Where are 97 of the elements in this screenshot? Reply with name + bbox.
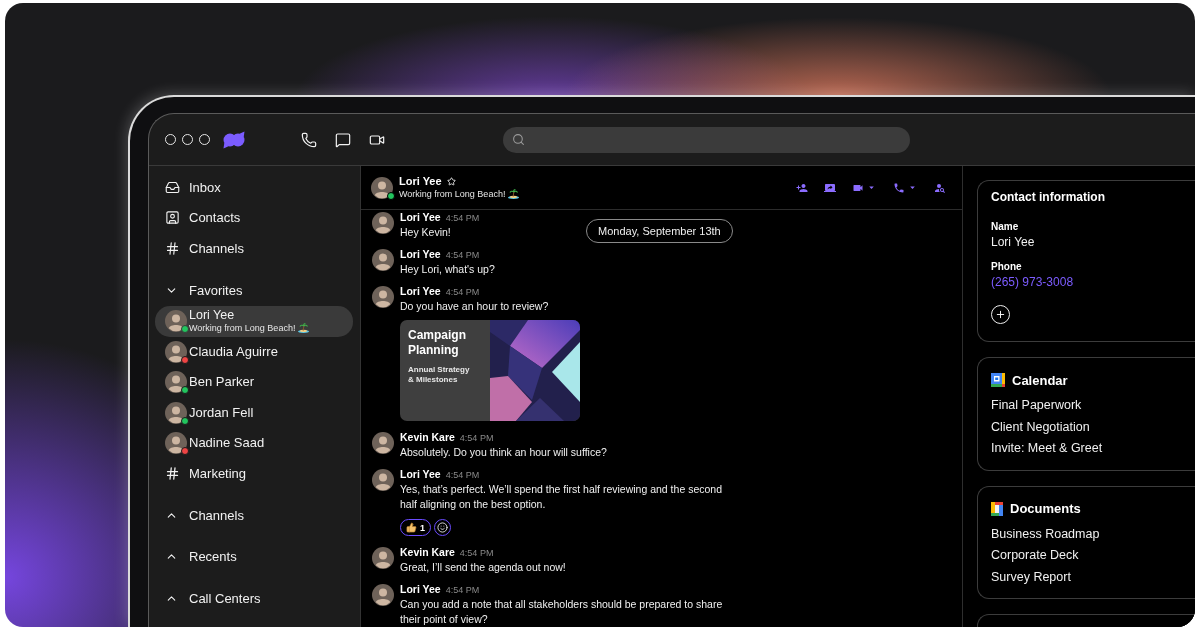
contact-name: Ben Parker [189, 375, 255, 390]
thumbs-up-icon [406, 522, 417, 533]
find-person-button[interactable] [934, 181, 946, 194]
status-text: Working from Long Beach! [189, 322, 296, 335]
contact-name: Claudia Aguirre [189, 344, 278, 359]
attachment-subtitle: & Milestones [408, 375, 458, 385]
avatar [165, 432, 187, 455]
message-time: 4:54 PM [459, 547, 494, 560]
avatar [372, 469, 394, 491]
phone-link[interactable]: (265) 973-3008 [991, 273, 1074, 291]
section-header[interactable]: Favorites [155, 275, 353, 306]
contact-card-icon [165, 210, 180, 226]
field-label: Name [991, 220, 1019, 233]
screen-share-icon [824, 181, 836, 194]
inbox-icon [165, 179, 180, 195]
document-item[interactable]: Survey Report [991, 566, 1071, 588]
section-header[interactable]: Recents [155, 541, 353, 572]
hash-icon [165, 240, 180, 256]
phone-icon[interactable] [301, 131, 317, 148]
search-field[interactable] [503, 126, 910, 153]
sender-name: Lori Yee [400, 247, 441, 262]
message-text: Yes, that’s perfect. We’ll spend the first half reviewing and the second half aligning on the best option. [400, 482, 723, 512]
attachment-title: Campaign Planning [408, 328, 467, 358]
message-time: 4:54 PM [445, 212, 480, 225]
card-title: Calendar [1012, 372, 1068, 388]
avatar [371, 176, 393, 199]
avatar [372, 249, 394, 271]
smiley-icon [437, 522, 448, 533]
message-text: Can you add a note that all stakeholders should be prepared to share their point of view? [400, 597, 724, 627]
document-item[interactable]: Business Roadmap [991, 523, 1100, 545]
message-text: Hey Kevin! [400, 225, 451, 240]
calendar-icon [991, 373, 1005, 387]
contact-name: Nadine Saad [189, 436, 265, 451]
message-text: Great, I’ll send the agenda out now! [400, 560, 566, 575]
card-title: Documents [1010, 501, 1081, 516]
add-reaction-button[interactable] [434, 519, 451, 536]
event-item[interactable]: Final Paperwork [991, 395, 1082, 417]
message-time: 4:54 PM [459, 432, 494, 445]
sender-name: Kevin Kare [400, 545, 455, 560]
person-search-icon [934, 181, 946, 194]
event-item[interactable]: Invite: Meet & Greet [991, 438, 1103, 460]
contact-item[interactable]: Nadine Saad [155, 428, 353, 459]
add-person-icon [796, 181, 808, 194]
contact-item[interactable]: Ben Parker [155, 367, 353, 398]
field-label: Phone [991, 260, 1022, 273]
reaction-button[interactable]: 1 [400, 519, 431, 536]
contact-item[interactable]: Jordan Fell [155, 397, 353, 428]
section-header[interactable]: Channels [155, 500, 353, 531]
contact-name: Jordan Fell [189, 405, 254, 420]
contact-item[interactable]: Lori Yee Working from Long Beach! [155, 306, 353, 337]
status-text: Working from Long Beach! [399, 188, 506, 200]
message-time: 4:54 PM [445, 584, 480, 597]
message-time: 4:54 PM [445, 469, 480, 482]
avatar [165, 401, 187, 424]
plus-icon [995, 309, 1006, 320]
card-title: Contact information [991, 189, 1105, 205]
search-icon [512, 133, 525, 146]
sender-name: Lori Yee [400, 284, 441, 299]
document-icon [991, 501, 1003, 516]
star-icon[interactable] [446, 177, 456, 186]
sender-name: Lori Yee [400, 582, 441, 597]
avatar [372, 584, 394, 606]
nav-item[interactable]: Channels [155, 233, 353, 264]
avatar [165, 371, 187, 394]
avatar [372, 547, 394, 569]
chat-icon[interactable] [335, 131, 351, 148]
sender-name: Lori Yee [400, 467, 441, 482]
field-value: Lori Yee [991, 234, 1035, 251]
screen-share-button[interactable] [824, 181, 836, 194]
contact-name: Lori Yee [189, 308, 236, 323]
avatar [372, 212, 394, 234]
contact-item[interactable]: Claudia Aguirre [155, 336, 353, 367]
phone-icon [893, 181, 905, 194]
attachment-subtitle: Annual Strategy [408, 365, 470, 375]
sender-name: Kevin Kare [400, 430, 455, 445]
message-text: Hey Lori, what's up? [400, 262, 495, 277]
nav-item[interactable]: Inbox [155, 172, 353, 203]
add-person-button[interactable] [796, 181, 808, 194]
hash-icon [165, 466, 180, 482]
event-item[interactable]: Client Negotiation [991, 416, 1090, 438]
nav-item[interactable]: Contacts [155, 202, 353, 233]
channel-item[interactable]: Marketing [155, 458, 353, 489]
logo-icon [222, 130, 246, 149]
message-text: Do you have an hour to review? [400, 299, 549, 314]
sender-name: Lori Yee [400, 210, 441, 225]
avatar [165, 310, 187, 333]
message-time: 4:54 PM [445, 286, 480, 299]
date-label: Monday, September 13th [586, 219, 733, 243]
attachment-card[interactable]: Campaign Planning Annual Strategy & Milestones [400, 320, 580, 421]
section-header[interactable]: Call Centers [155, 583, 353, 614]
contact-name: Lori Yee [399, 175, 442, 188]
message-time: 4:54 PM [445, 249, 480, 262]
avatar [165, 340, 187, 363]
message-text: Absolutely. Do you think an hour will suffice? [400, 445, 607, 460]
document-item[interactable]: Corporate Deck [991, 545, 1079, 567]
avatar [372, 432, 394, 454]
avatar [372, 286, 394, 308]
